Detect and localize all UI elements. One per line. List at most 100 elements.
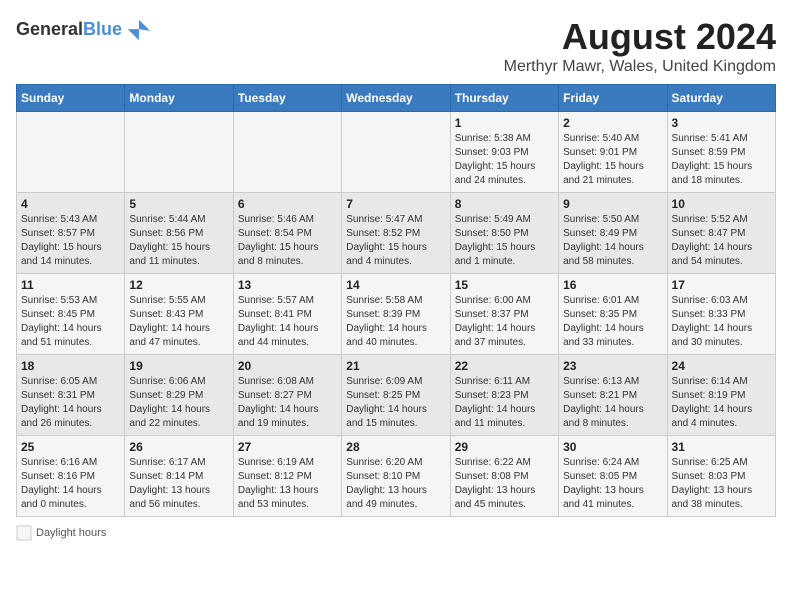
- day-number: 8: [455, 197, 554, 211]
- day-number: 30: [563, 440, 662, 454]
- day-number: 20: [238, 359, 337, 373]
- week-row-2: 4 Sunrise: 5:43 AM Sunset: 8:57 PM Daylig…: [17, 193, 776, 274]
- day-info: Sunrise: 6:11 AM Sunset: 8:23 PM Dayligh…: [455, 375, 554, 431]
- day-cell: [233, 112, 341, 193]
- day-cell: 6 Sunrise: 5:46 AM Sunset: 8:54 PM Daylig…: [233, 193, 341, 274]
- day-info: Sunrise: 6:22 AM Sunset: 8:08 PM Dayligh…: [455, 456, 554, 512]
- day-cell: [125, 112, 233, 193]
- col-header-saturday: Saturday: [667, 85, 775, 112]
- day-cell: 12 Sunrise: 5:55 AM Sunset: 8:43 PM Dayli…: [125, 274, 233, 355]
- col-header-friday: Friday: [559, 85, 667, 112]
- week-row-3: 11 Sunrise: 5:53 AM Sunset: 8:45 PM Dayli…: [17, 274, 776, 355]
- week-row-4: 18Sunrise: 6:05 AM Sunset: 8:31 PM Dayli…: [17, 355, 776, 436]
- day-cell: 27 Sunrise: 6:19 AM Sunset: 8:12 PM Dayli…: [233, 436, 341, 517]
- calendar-header-row: SundayMondayTuesdayWednesdayThursdayFrid…: [17, 85, 776, 112]
- legend-label: Daylight hours: [36, 527, 106, 539]
- col-header-thursday: Thursday: [450, 85, 558, 112]
- day-number: 24: [672, 359, 771, 373]
- day-number: 25: [21, 440, 120, 454]
- day-number: 15: [455, 278, 554, 292]
- day-cell: 28 Sunrise: 6:20 AM Sunset: 8:10 PM Dayli…: [342, 436, 450, 517]
- day-info: Sunrise: 5:49 AM Sunset: 8:50 PM Dayligh…: [455, 213, 554, 269]
- calendar-table: SundayMondayTuesdayWednesdayThursdayFrid…: [16, 84, 776, 517]
- day-info: Sunrise: 5:53 AM Sunset: 8:45 PM Dayligh…: [21, 294, 120, 350]
- subtitle: Merthyr Mawr, Wales, United Kingdom: [504, 58, 776, 76]
- legend: Daylight hours: [16, 525, 776, 541]
- day-cell: 3Sunrise: 5:41 AM Sunset: 8:59 PM Daylig…: [667, 112, 775, 193]
- day-cell: 7 Sunrise: 5:47 AM Sunset: 8:52 PM Daylig…: [342, 193, 450, 274]
- day-cell: 25Sunrise: 6:16 AM Sunset: 8:16 PM Dayli…: [17, 436, 125, 517]
- day-cell: 31 Sunrise: 6:25 AM Sunset: 8:03 PM Dayli…: [667, 436, 775, 517]
- day-number: 10: [672, 197, 771, 211]
- day-cell: 18Sunrise: 6:05 AM Sunset: 8:31 PM Dayli…: [17, 355, 125, 436]
- day-info: Sunrise: 6:00 AM Sunset: 8:37 PM Dayligh…: [455, 294, 554, 350]
- day-info: Sunrise: 6:20 AM Sunset: 8:10 PM Dayligh…: [346, 456, 445, 512]
- day-cell: 20 Sunrise: 6:08 AM Sunset: 8:27 PM Dayli…: [233, 355, 341, 436]
- page-header: GeneralBlue August 2024 Merthyr Mawr, Wa…: [16, 16, 776, 76]
- day-cell: 26Sunrise: 6:17 AM Sunset: 8:14 PM Dayli…: [125, 436, 233, 517]
- day-info: Sunrise: 6:06 AM Sunset: 8:29 PM Dayligh…: [129, 375, 228, 431]
- day-cell: 21 Sunrise: 6:09 AM Sunset: 8:25 PM Dayli…: [342, 355, 450, 436]
- day-info: Sunrise: 5:58 AM Sunset: 8:39 PM Dayligh…: [346, 294, 445, 350]
- col-header-tuesday: Tuesday: [233, 85, 341, 112]
- day-number: 1: [455, 116, 554, 130]
- day-info: Sunrise: 5:40 AM Sunset: 9:01 PM Dayligh…: [563, 132, 662, 188]
- day-cell: [17, 112, 125, 193]
- day-cell: 11 Sunrise: 5:53 AM Sunset: 8:45 PM Dayli…: [17, 274, 125, 355]
- logo: GeneralBlue: [16, 16, 152, 44]
- day-info: Sunrise: 5:47 AM Sunset: 8:52 PM Dayligh…: [346, 213, 445, 269]
- week-row-1: 1Sunrise: 5:38 AM Sunset: 9:03 PM Daylig…: [17, 112, 776, 193]
- day-info: Sunrise: 6:14 AM Sunset: 8:19 PM Dayligh…: [672, 375, 771, 431]
- logo-icon: [124, 16, 152, 44]
- day-cell: 23 Sunrise: 6:13 AM Sunset: 8:21 PM Dayli…: [559, 355, 667, 436]
- legend-icon: [16, 525, 32, 541]
- day-info: Sunrise: 5:43 AM Sunset: 8:57 PM Dayligh…: [21, 213, 120, 269]
- day-info: Sunrise: 5:55 AM Sunset: 8:43 PM Dayligh…: [129, 294, 228, 350]
- day-cell: 1Sunrise: 5:38 AM Sunset: 9:03 PM Daylig…: [450, 112, 558, 193]
- col-header-monday: Monday: [125, 85, 233, 112]
- day-number: 6: [238, 197, 337, 211]
- day-info: Sunrise: 6:01 AM Sunset: 8:35 PM Dayligh…: [563, 294, 662, 350]
- col-header-sunday: Sunday: [17, 85, 125, 112]
- day-info: Sunrise: 5:46 AM Sunset: 8:54 PM Dayligh…: [238, 213, 337, 269]
- day-info: Sunrise: 6:19 AM Sunset: 8:12 PM Dayligh…: [238, 456, 337, 512]
- day-info: Sunrise: 6:08 AM Sunset: 8:27 PM Dayligh…: [238, 375, 337, 431]
- day-info: Sunrise: 6:05 AM Sunset: 8:31 PM Dayligh…: [21, 375, 120, 431]
- day-info: Sunrise: 6:24 AM Sunset: 8:05 PM Dayligh…: [563, 456, 662, 512]
- day-cell: 16Sunrise: 6:01 AM Sunset: 8:35 PM Dayli…: [559, 274, 667, 355]
- day-number: 17: [672, 278, 771, 292]
- day-number: 11: [21, 278, 120, 292]
- day-info: Sunrise: 6:03 AM Sunset: 8:33 PM Dayligh…: [672, 294, 771, 350]
- day-number: 7: [346, 197, 445, 211]
- day-info: Sunrise: 5:41 AM Sunset: 8:59 PM Dayligh…: [672, 132, 771, 188]
- day-cell: 8 Sunrise: 5:49 AM Sunset: 8:50 PM Daylig…: [450, 193, 558, 274]
- day-info: Sunrise: 6:25 AM Sunset: 8:03 PM Dayligh…: [672, 456, 771, 512]
- day-info: Sunrise: 5:57 AM Sunset: 8:41 PM Dayligh…: [238, 294, 337, 350]
- day-cell: 14Sunrise: 5:58 AM Sunset: 8:39 PM Dayli…: [342, 274, 450, 355]
- day-number: 12: [129, 278, 228, 292]
- day-number: 28: [346, 440, 445, 454]
- day-number: 21: [346, 359, 445, 373]
- day-number: 31: [672, 440, 771, 454]
- main-title: August 2024: [504, 16, 776, 58]
- day-cell: 2 Sunrise: 5:40 AM Sunset: 9:01 PM Daylig…: [559, 112, 667, 193]
- day-number: 23: [563, 359, 662, 373]
- day-cell: 5Sunrise: 5:44 AM Sunset: 8:56 PM Daylig…: [125, 193, 233, 274]
- day-number: 27: [238, 440, 337, 454]
- day-number: 29: [455, 440, 554, 454]
- col-header-wednesday: Wednesday: [342, 85, 450, 112]
- day-cell: 10 Sunrise: 5:52 AM Sunset: 8:47 PM Dayli…: [667, 193, 775, 274]
- day-number: 26: [129, 440, 228, 454]
- title-block: August 2024 Merthyr Mawr, Wales, United …: [504, 16, 776, 76]
- day-number: 22: [455, 359, 554, 373]
- day-info: Sunrise: 6:09 AM Sunset: 8:25 PM Dayligh…: [346, 375, 445, 431]
- day-number: 4: [21, 197, 120, 211]
- day-info: Sunrise: 5:44 AM Sunset: 8:56 PM Dayligh…: [129, 213, 228, 269]
- day-cell: 30 Sunrise: 6:24 AM Sunset: 8:05 PM Dayli…: [559, 436, 667, 517]
- week-row-5: 25Sunrise: 6:16 AM Sunset: 8:16 PM Dayli…: [17, 436, 776, 517]
- day-info: Sunrise: 5:52 AM Sunset: 8:47 PM Dayligh…: [672, 213, 771, 269]
- day-info: Sunrise: 6:13 AM Sunset: 8:21 PM Dayligh…: [563, 375, 662, 431]
- day-number: 2: [563, 116, 662, 130]
- day-cell: 13Sunrise: 5:57 AM Sunset: 8:41 PM Dayli…: [233, 274, 341, 355]
- day-cell: 15 Sunrise: 6:00 AM Sunset: 8:37 PM Dayli…: [450, 274, 558, 355]
